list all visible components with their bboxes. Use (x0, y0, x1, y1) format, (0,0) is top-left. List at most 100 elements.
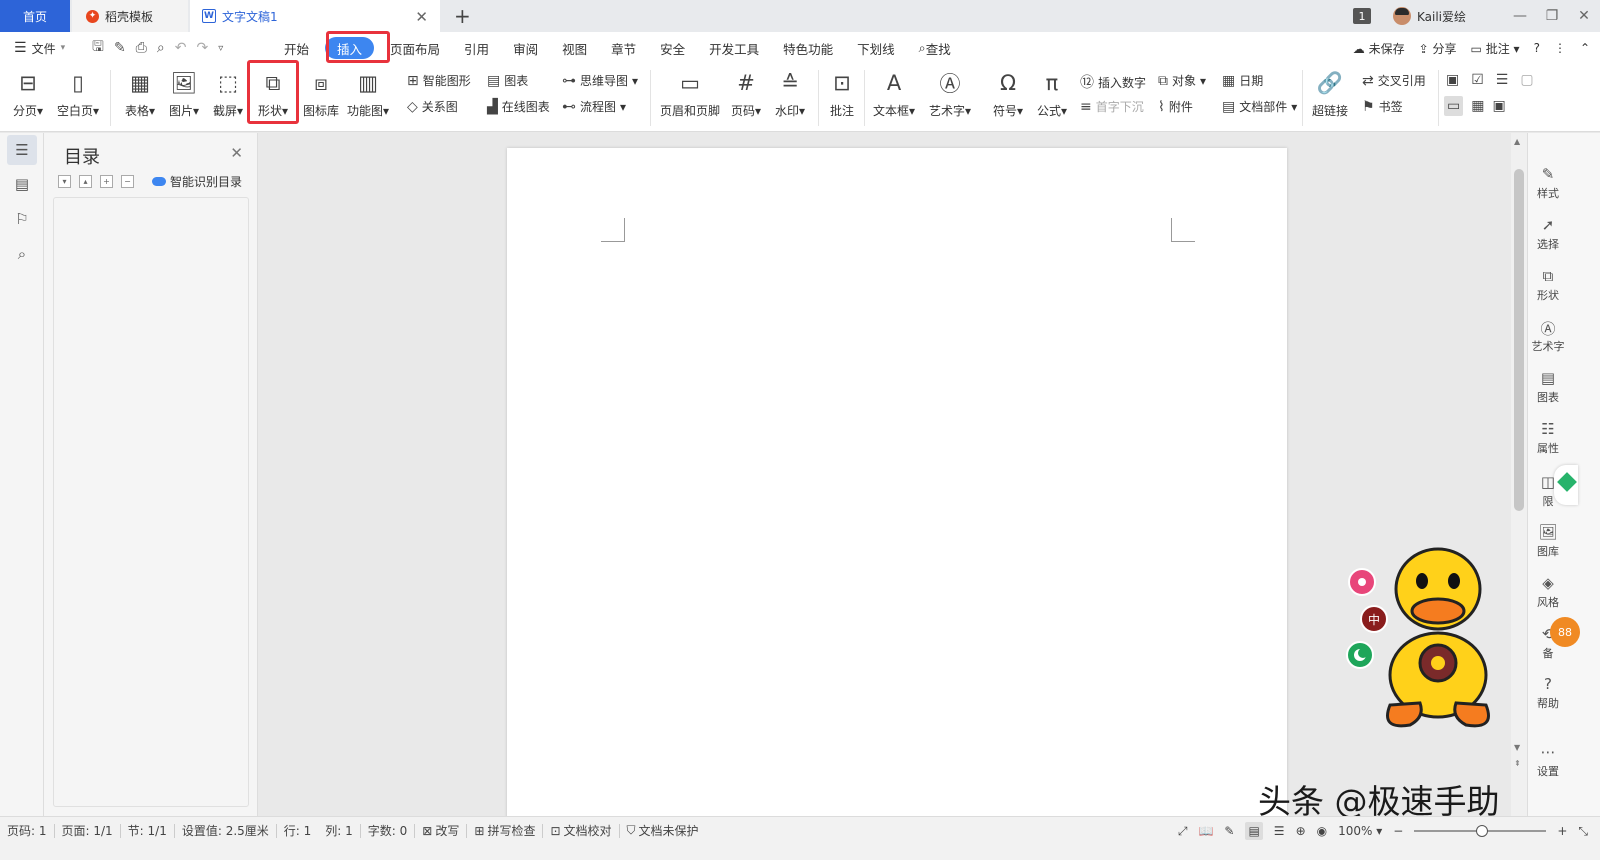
search-command[interactable]: ⌕ 查找 (907, 37, 963, 59)
proofread-button[interactable]: ⊡ 文档校对 (543, 822, 618, 839)
tab-chapter[interactable]: 章节 (599, 37, 648, 59)
object-button[interactable]: ⧉ 对象 ▾ (1158, 72, 1206, 89)
gallery-tool[interactable]: 🖼 图库 (1528, 523, 1568, 559)
theme-tool[interactable]: ◈ 风格 (1528, 574, 1568, 610)
bookmark-button[interactable]: ⚑ 书签 (1362, 98, 1403, 115)
zoom-level[interactable]: 100% ▾ (1338, 824, 1382, 838)
duck-mascot[interactable]: 中 (1340, 545, 1510, 735)
watermark-button[interactable]: ≙ 水印▾ (768, 68, 812, 119)
undo-icon[interactable]: ↶ (175, 40, 187, 56)
restore-icon[interactable]: ❐ (1536, 8, 1568, 24)
field-settings-icon[interactable]: ▢ (1520, 72, 1533, 88)
blank-page-button[interactable]: ▯ 空白页▾ (56, 68, 100, 119)
scroll-down-icon[interactable]: ▼ (1514, 743, 1520, 752)
tab-underline[interactable]: 下划线 (845, 37, 907, 59)
tab-references[interactable]: 引用 (452, 37, 501, 59)
customize-icon[interactable]: ▿ (218, 43, 223, 54)
vertical-scrollbar[interactable]: ▲ ▼ ⇞ (1511, 133, 1527, 833)
flowchart-button[interactable]: ⊷ 流程图 ▾ (562, 98, 626, 115)
checkbox-field-icon[interactable]: ☑ (1471, 72, 1484, 88)
tab-developer[interactable]: 开发工具 (697, 37, 771, 59)
window-count-badge[interactable]: 1 (1352, 8, 1371, 24)
page-view-icon[interactable]: ▤ (1245, 822, 1263, 840)
settings-tool[interactable]: ⋯ 设置 (1528, 743, 1568, 779)
expand-all-icon[interactable]: ▾ (58, 175, 71, 188)
more-icon[interactable]: ⋮ (1554, 41, 1566, 55)
status-words[interactable]: 字数: 0 (361, 822, 415, 839)
collapse-all-icon[interactable]: ▴ (79, 175, 92, 188)
screenshot-button[interactable]: ⬚ 截屏▾ (206, 68, 250, 119)
notification-badge[interactable]: 88 (1550, 617, 1580, 647)
close-tab-icon[interactable]: ✕ (415, 8, 428, 26)
table-button[interactable]: ▦ 表格▾ (118, 68, 162, 119)
minimize-icon[interactable]: — (1504, 8, 1536, 24)
doc-parts-button[interactable]: ▤ 文档部件 ▾ (1222, 98, 1297, 115)
wordart-button[interactable]: Ⓐ 艺术字▾ (928, 68, 972, 119)
picture-button[interactable]: 🖼 图片▾ (162, 68, 206, 119)
drop-cap-button[interactable]: ≡ 首字下沉 (1080, 98, 1144, 115)
user-name[interactable]: Kaili爱绘 (1417, 8, 1466, 25)
outline-nav-icon[interactable]: ▤ (7, 169, 37, 199)
chart-button[interactable]: ▤ 图表 (487, 72, 528, 89)
select-tool[interactable]: ➚ 选择 (1528, 216, 1568, 252)
prev-page-icon[interactable]: ⇞ (1514, 759, 1521, 768)
tab-document[interactable]: W 文字文稿1 ✕ (190, 0, 440, 32)
new-tab-icon[interactable]: + (454, 4, 471, 28)
avatar[interactable] (1392, 7, 1411, 25)
style-tool[interactable]: ✎ 样式 (1528, 165, 1568, 201)
attachment-button[interactable]: ⌇ 附件 (1158, 98, 1193, 115)
status-pages[interactable]: 页面: 1/1 (55, 822, 120, 839)
green-float-icon[interactable] (1554, 465, 1578, 505)
property-tool[interactable]: ☷ 属性 (1528, 420, 1568, 456)
layout-front-icon[interactable]: ▣ (1492, 98, 1505, 114)
bookmark-nav-icon[interactable]: ⚐ (7, 204, 37, 234)
zoom-slider-knob[interactable] (1476, 825, 1489, 837)
read-mode-icon[interactable]: 📖 (1198, 824, 1213, 838)
share-button[interactable]: ⇪ 分享 (1419, 40, 1457, 57)
smart-graphic-button[interactable]: ⊞ 智能图形 (407, 72, 471, 89)
add-level-icon[interactable]: + (100, 175, 113, 188)
layout-wrap-icon[interactable]: ▦ (1471, 98, 1484, 114)
find-nav-icon[interactable]: ⌕ (7, 239, 37, 269)
tab-docer-templates[interactable]: ✦ 稻壳模板 (72, 0, 188, 32)
protect-status[interactable]: ⛉ 文档未保护 (620, 822, 706, 839)
outline-view-icon[interactable]: ☰ (1274, 824, 1285, 838)
status-section[interactable]: 节: 1/1 (121, 822, 174, 839)
hyperlink-button[interactable]: 🔗 超链接 (1308, 68, 1352, 119)
tab-home-ribbon[interactable]: 开始 (272, 37, 321, 59)
cross-ref-button[interactable]: ⇄ 交叉引用 (1362, 72, 1426, 89)
status-page[interactable]: 页码: 1 (0, 822, 54, 839)
function-chart-button[interactable]: ▥ 功能图▾ (346, 68, 390, 119)
page-break-button[interactable]: ⊟ 分页▾ (6, 68, 50, 119)
relation-chart-button[interactable]: ◇ 关系图 (407, 98, 458, 115)
fullscreen-icon[interactable]: ⤢ (1178, 824, 1188, 839)
collapse-ribbon-icon[interactable]: ⌃ (1580, 41, 1590, 55)
shape-tool[interactable]: ⧉ 形状 (1528, 267, 1568, 303)
formula-button[interactable]: π 公式▾ (1030, 68, 1074, 119)
zoom-slider[interactable] (1414, 825, 1547, 837)
tab-view[interactable]: 视图 (550, 37, 599, 59)
chart-tool[interactable]: ▤ 图表 (1528, 369, 1568, 405)
print-icon[interactable]: ⎙ (136, 40, 147, 56)
fit-page-icon[interactable]: ⤡ (1578, 824, 1588, 839)
comment-insert-button[interactable]: ⊡ 批注 (820, 68, 864, 119)
status-col[interactable]: 列: 1 (318, 822, 360, 839)
toc-nav-icon[interactable]: ☰ (7, 135, 37, 165)
close-icon[interactable]: ✕ (230, 144, 243, 162)
status-row[interactable]: 行: 1 (277, 822, 319, 839)
web-view-icon[interactable]: ⊕ (1296, 824, 1306, 838)
redo-icon[interactable]: ↷ (196, 40, 208, 56)
save-icon[interactable]: 🖫 (92, 36, 104, 60)
layout-inline-icon[interactable]: ▭ (1444, 96, 1464, 116)
help-tool[interactable]: ? 帮助 (1528, 675, 1568, 711)
zoom-in-icon[interactable]: + (1557, 824, 1567, 838)
icon-library-button[interactable]: ⧈ 图标库 (299, 68, 343, 119)
tab-features[interactable]: 特色功能 (771, 37, 845, 59)
wordart-tool[interactable]: Ⓐ 艺术字 (1528, 318, 1568, 354)
online-chart-button[interactable]: ▟ 在线图表 (487, 98, 550, 115)
scroll-thumb[interactable] (1514, 169, 1524, 511)
status-setting[interactable]: 设置值: 2.5厘米 (175, 822, 276, 839)
write-mode-icon[interactable]: ✎ (1224, 824, 1234, 838)
tab-review[interactable]: 审阅 (501, 37, 550, 59)
symbol-button[interactable]: Ω 符号▾ (986, 68, 1030, 119)
